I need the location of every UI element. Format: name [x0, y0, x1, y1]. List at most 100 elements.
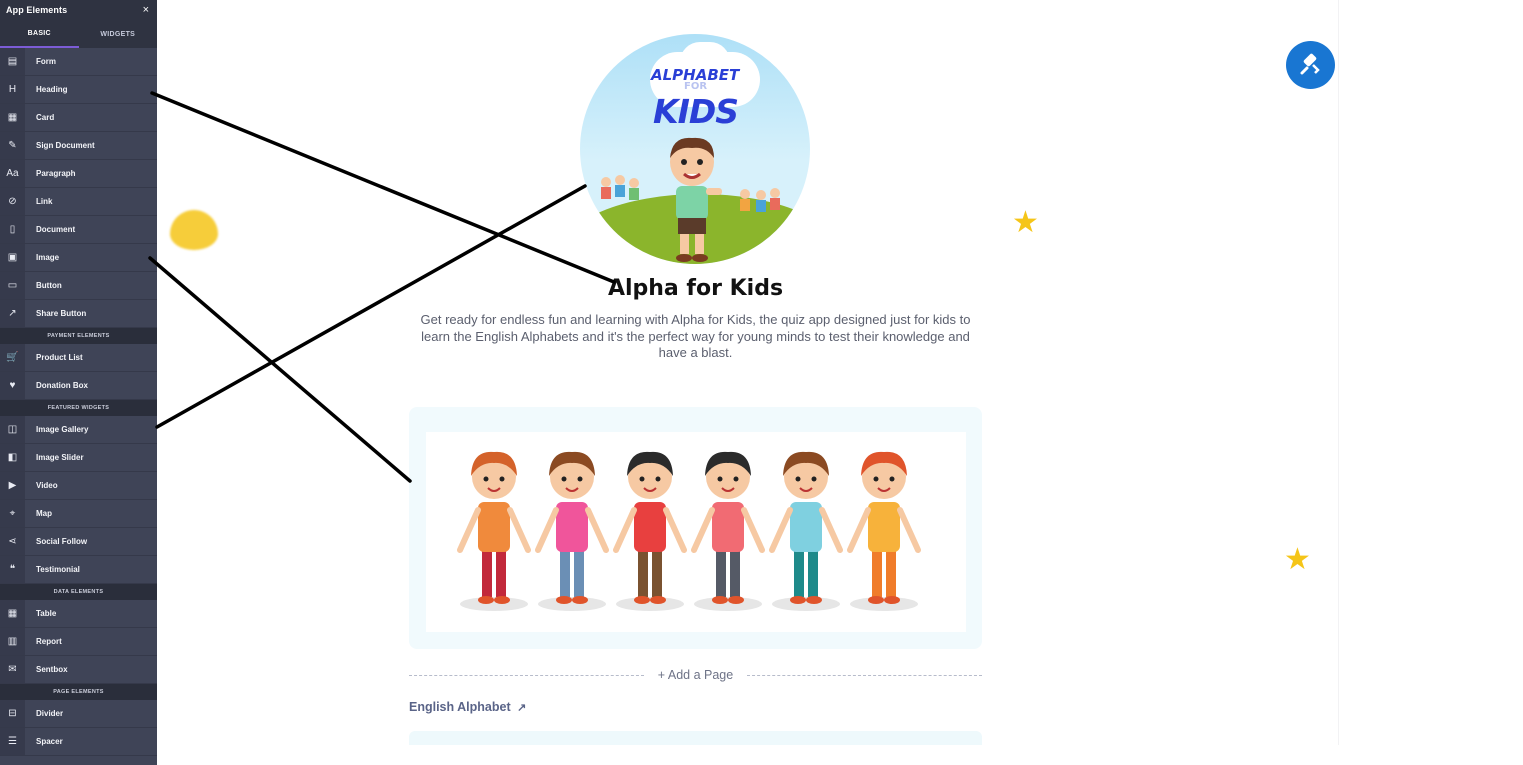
tab-widgets[interactable]: WIDGETS: [79, 20, 158, 48]
sidebar-item-video[interactable]: ▶ Video: [0, 472, 157, 500]
sidebar-item-social-follow[interactable]: ⋖ Social Follow: [0, 528, 157, 556]
section-page-elements: PAGE ELEMENTS: [0, 684, 157, 700]
sidebar-item-label: Spacer: [36, 737, 63, 746]
sidebar-item-spacer[interactable]: ☰ Spacer: [0, 728, 157, 756]
app-title[interactable]: Alpha for Kids: [409, 276, 982, 301]
logo-for-text: FOR: [684, 81, 708, 92]
sidebar-item-label: Share Button: [36, 309, 87, 318]
canvas-divider: [1338, 0, 1339, 745]
link-icon: ⊘: [0, 188, 25, 215]
share-button-icon: ↗: [0, 300, 25, 327]
panel-tabs: BASIC WIDGETS: [0, 20, 157, 48]
page-link-label: English Alphabet: [409, 700, 511, 714]
card-icon: ▦: [0, 104, 25, 131]
sidebar-item-label: Video: [36, 481, 58, 490]
video-icon: ▶: [0, 472, 25, 499]
sidebar-item-document[interactable]: ▯ Document: [0, 216, 157, 244]
kid-figure: [691, 451, 765, 611]
sidebar-item-share-button[interactable]: ↗ Share Button: [0, 300, 157, 328]
theme-editor-button[interactable]: [1286, 41, 1335, 89]
paint-roller-icon: [1300, 53, 1320, 75]
sidebar-item-label: Donation Box: [36, 381, 88, 390]
button-icon: ▭: [0, 272, 25, 299]
divider-icon: ⊟: [0, 700, 25, 727]
sidebar-item-testimonial[interactable]: ❝ Testimonial: [0, 556, 157, 584]
dashed-line: [409, 674, 644, 676]
next-section-card: [409, 731, 982, 745]
sidebar-item-table[interactable]: ▦ Table: [0, 600, 157, 628]
sidebar-item-label: Button: [36, 281, 62, 290]
boy-illustration: [670, 137, 722, 262]
image-icon: ▣: [0, 244, 25, 271]
sidebar-item-link[interactable]: ⊘ Link: [0, 188, 157, 216]
image-slider-icon: ◧: [0, 444, 25, 471]
kid-figure: [847, 451, 921, 611]
report-icon: ▥: [0, 628, 25, 655]
sidebar-item-label: Paragraph: [36, 169, 76, 178]
sidebar-item-label: Image: [36, 253, 60, 262]
sidebar-item-donation-box[interactable]: ♥ Donation Box: [0, 372, 157, 400]
logo-kids-text: KIDS: [653, 92, 739, 131]
sidebar-item-label: Card: [36, 113, 55, 122]
sidebar-item-heading[interactable]: H Heading: [0, 76, 157, 104]
image-gallery-widget[interactable]: [409, 407, 982, 649]
sidebar-item-paragraph[interactable]: Aa Paragraph: [0, 160, 157, 188]
app-logo-image[interactable]: ALPHABET FOR KIDS: [580, 34, 810, 264]
page-link-english-alphabet[interactable]: English Alphabet ↗: [409, 700, 526, 714]
sidebar-item-sign-document[interactable]: ✎ Sign Document: [0, 132, 157, 160]
sidebar-item-label: Sign Document: [36, 141, 95, 150]
sidebar-item-label: Image Slider: [36, 453, 84, 462]
tab-basic[interactable]: BASIC: [0, 20, 79, 48]
sidebar-item-label: Testimonial: [36, 565, 80, 574]
spacer-icon: ☰: [0, 728, 25, 755]
sidebar-item-label: Sentbox: [36, 665, 68, 674]
sidebar-item-sentbox[interactable]: ✉ Sentbox: [0, 656, 157, 684]
sidebar-item-form[interactable]: ▤ Form: [0, 48, 157, 76]
sidebar-item-label: Heading: [36, 85, 68, 94]
share-icon: ⋖: [0, 528, 25, 555]
close-icon[interactable]: ×: [143, 4, 149, 16]
sidebar-item-label: Product List: [36, 353, 83, 362]
kid-figure: [613, 451, 687, 611]
sidebar-item-card[interactable]: ▦ Card: [0, 104, 157, 132]
form-icon: ▤: [0, 48, 25, 75]
star-icon: ★: [1284, 543, 1311, 576]
panel-title: App Elements: [6, 5, 68, 15]
sidebar-item-label: Form: [36, 57, 56, 66]
sidebar-item-divider[interactable]: ⊟ Divider: [0, 700, 157, 728]
kid-figure: [457, 451, 531, 611]
sidebar-item-report[interactable]: ▥ Report: [0, 628, 157, 656]
sidebar-item-image[interactable]: ▣ Image: [0, 244, 157, 272]
sidebar-item-map[interactable]: ⌖ Map: [0, 500, 157, 528]
add-page-row: + Add a Page: [409, 666, 983, 684]
sidebar-item-label: Map: [36, 509, 52, 518]
external-link-icon: ↗: [517, 702, 527, 714]
section-data-elements: DATA ELEMENTS: [0, 584, 157, 600]
yellow-heart-decoration: [170, 210, 218, 250]
sidebar-item-label: Link: [36, 197, 53, 206]
kid-figure: [769, 451, 843, 611]
star-icon: ★: [1012, 206, 1039, 239]
kids-holding-hands-image[interactable]: [426, 432, 966, 632]
sidebar-item-label: Document: [36, 225, 76, 234]
sidebar-item-label: Report: [36, 637, 62, 646]
sidebar-item-image-slider[interactable]: ◧ Image Slider: [0, 444, 157, 472]
section-featured-widgets: FEATURED WIDGETS: [0, 400, 157, 416]
sidebar-item-label: Social Follow: [36, 537, 88, 546]
testimonial-icon: ❝: [0, 556, 25, 583]
image-gallery-icon: ◫: [0, 416, 25, 443]
map-icon: ⌖: [0, 500, 25, 527]
app-description[interactable]: Get ready for endless fun and learning w…: [409, 312, 982, 362]
document-icon: ▯: [0, 216, 25, 243]
sidebar-item-label: Table: [36, 609, 57, 618]
app-elements-panel: App Elements × BASIC WIDGETS ▤ Form H Headi…: [0, 0, 157, 765]
sidebar-item-image-gallery[interactable]: ◫ Image Gallery: [0, 416, 157, 444]
sidebar-item-button[interactable]: ▭ Button: [0, 272, 157, 300]
sidebar-item-label: Image Gallery: [36, 425, 89, 434]
add-page-button[interactable]: + Add a Page: [644, 668, 747, 682]
kids-group-left-illustration: [601, 175, 639, 200]
cart-icon: 🛒: [0, 344, 25, 371]
sidebar-item-product-list[interactable]: 🛒 Product List: [0, 344, 157, 372]
kids-group-right-illustration: [740, 188, 780, 212]
section-payment-elements: PAYMENT ELEMENTS: [0, 328, 157, 344]
